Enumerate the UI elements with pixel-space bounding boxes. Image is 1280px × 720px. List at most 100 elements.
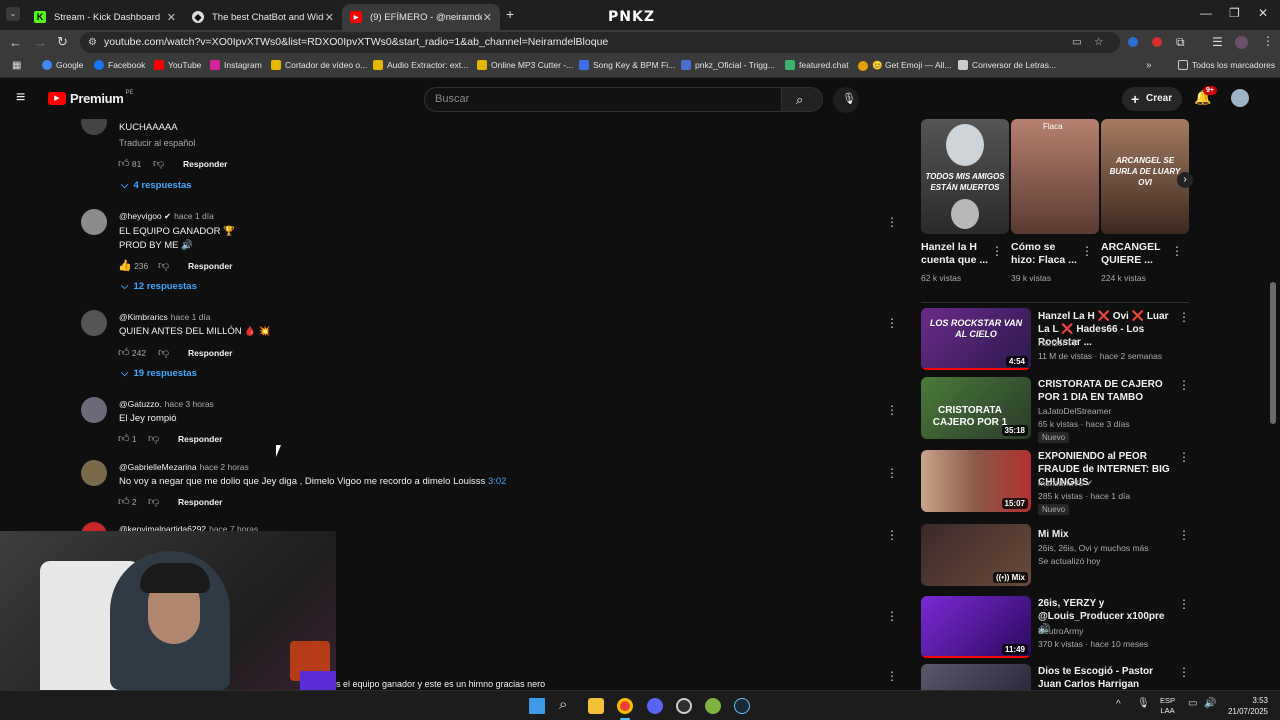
bookmark-get-emoji[interactable]: 😊 Get Emoji — All... bbox=[858, 60, 952, 71]
bookmark-video-cutter[interactable]: Cortador de vídeo o... bbox=[271, 60, 367, 70]
bookmark-song-key[interactable]: Song Key & BPM Fi... bbox=[579, 60, 675, 70]
bookmark-mp3-cutter[interactable]: Online MP3 Cutter -... bbox=[477, 60, 573, 70]
bookmark-pnkz-trigger[interactable]: pnkz_Oficial - Trigg... bbox=[681, 60, 775, 70]
timestamp-link[interactable]: 3:02 bbox=[488, 476, 507, 487]
tab-youtube[interactable]: ▶ (9) EFÍMERO - @neiramdelbloq ✕ bbox=[342, 4, 500, 30]
mix-thumbnail[interactable]: ((•)) Mix bbox=[921, 524, 1031, 586]
tab-chatbot[interactable]: ◆ The best ChatBot and Widgets ✕ bbox=[184, 4, 342, 30]
translate-link[interactable]: Traducir al español bbox=[119, 138, 195, 148]
dislike-button[interactable]: 👎︎ bbox=[158, 259, 169, 272]
reply-button[interactable]: Responder bbox=[178, 434, 222, 444]
close-window-button[interactable]: ✕ bbox=[1258, 6, 1268, 20]
maximize-button[interactable]: ❐ bbox=[1229, 6, 1240, 20]
app-icon[interactable] bbox=[705, 698, 721, 714]
comment-time[interactable]: hace 3 horas bbox=[165, 399, 214, 409]
channel-name[interactable]: Hanzel TV bbox=[1038, 337, 1078, 350]
reading-list-icon[interactable]: ☰ bbox=[1212, 35, 1223, 49]
comment-menu-icon[interactable]: ⋮ bbox=[886, 403, 898, 417]
extension-icon[interactable] bbox=[1128, 37, 1138, 47]
close-icon[interactable]: ✕ bbox=[167, 11, 176, 24]
extensions-puzzle-icon[interactable]: ⧉ bbox=[1176, 35, 1185, 50]
comment-menu-icon[interactable]: ⋮ bbox=[886, 669, 898, 683]
video-menu-icon[interactable]: ⋮ bbox=[1178, 665, 1190, 679]
reply-button[interactable]: Responder bbox=[188, 348, 232, 358]
short-thumbnail[interactable]: Flaca bbox=[1011, 119, 1099, 234]
search-button[interactable]: ⌕ bbox=[781, 87, 823, 112]
comment-menu-icon[interactable]: ⋮ bbox=[886, 316, 898, 330]
discord-icon[interactable] bbox=[647, 698, 663, 714]
like-button[interactable]: 👍︎ 1 bbox=[118, 432, 137, 445]
bookmark-youtube[interactable]: YouTube bbox=[154, 60, 201, 70]
volume-icon[interactable]: 🔊 bbox=[1204, 698, 1216, 709]
video-menu-icon[interactable]: ⋮ bbox=[1178, 597, 1190, 611]
short-menu-icon[interactable]: ⋮ bbox=[1081, 244, 1093, 258]
video-title[interactable]: Mi Mix bbox=[1038, 528, 1178, 541]
channel-name[interactable]: LaJatoDelStreamer bbox=[1038, 405, 1111, 418]
account-avatar[interactable] bbox=[1231, 89, 1249, 107]
comment-menu-icon[interactable]: ⋮ bbox=[886, 528, 898, 542]
video-menu-icon[interactable]: ⋮ bbox=[1178, 528, 1190, 542]
all-bookmarks[interactable]: Todos los marcadores bbox=[1178, 60, 1275, 70]
short-title[interactable]: Cómo se hizo: Flaca ... bbox=[1011, 241, 1077, 267]
bookmark-featured-chat[interactable]: featured.chat bbox=[785, 60, 849, 70]
site-info-icon[interactable]: ⚙ bbox=[88, 32, 97, 53]
comment-author[interactable]: @GabrielleMezarina hace 2 horas bbox=[119, 462, 249, 472]
cast-icon[interactable]: ▭ bbox=[1072, 32, 1082, 53]
comment-author[interactable]: @Gatuzzo. hace 3 horas bbox=[119, 399, 214, 409]
view-replies-button[interactable]: ⌵ 12 respuestas bbox=[121, 281, 197, 292]
video-thumbnail[interactable]: CRISTORATA CAJERO POR 1 35:18 bbox=[921, 377, 1031, 439]
search-icon[interactable]: ⌕ bbox=[559, 696, 567, 713]
reply-button[interactable]: Responder bbox=[188, 261, 232, 271]
comment-time[interactable]: hace 2 horas bbox=[200, 462, 249, 472]
youtube-logo[interactable]: ▶ Premium PE bbox=[48, 90, 134, 106]
page-scrollbar[interactable] bbox=[1270, 282, 1276, 424]
avatar[interactable] bbox=[81, 460, 107, 486]
avatar[interactable] bbox=[81, 119, 107, 135]
video-menu-icon[interactable]: ⋮ bbox=[1178, 310, 1190, 324]
chrome-icon[interactable] bbox=[617, 698, 633, 714]
apps-grid-icon[interactable]: ▦ bbox=[12, 60, 21, 71]
reply-button[interactable]: Responder bbox=[178, 497, 222, 507]
video-menu-icon[interactable]: ⋮ bbox=[1178, 378, 1190, 392]
reload-icon[interactable]: ↻ bbox=[57, 34, 68, 50]
close-icon[interactable]: ✕ bbox=[483, 11, 492, 24]
menu-icon[interactable]: ≡ bbox=[16, 89, 25, 107]
bookmark-audio-extractor[interactable]: Audio Extractor: ext... bbox=[373, 60, 468, 70]
short-thumbnail[interactable]: ARCANGEL SE BURLA DE LUARY OVI bbox=[1101, 119, 1189, 234]
new-tab-button[interactable]: + bbox=[506, 6, 514, 22]
comment-author[interactable]: @Kimbrarics hace 1 día bbox=[119, 312, 210, 322]
minimize-button[interactable]: — bbox=[1200, 6, 1212, 20]
short-thumbnail[interactable]: TODOS MIS AMIGOS ESTÁN MUERTOS bbox=[921, 119, 1009, 234]
short-title[interactable]: ARCANGEL QUIERE ... bbox=[1101, 241, 1161, 267]
file-explorer-icon[interactable] bbox=[588, 698, 604, 714]
microphone-icon[interactable]: 🎙 bbox=[1137, 698, 1150, 709]
avatar[interactable] bbox=[81, 397, 107, 423]
like-button[interactable]: 👍 236 bbox=[118, 259, 148, 272]
bookmark-facebook[interactable]: Facebook bbox=[94, 60, 145, 70]
avatar[interactable] bbox=[81, 209, 107, 235]
comment-author[interactable]: @heyvigoo ✔ hace 1 día bbox=[119, 211, 214, 222]
video-thumbnail[interactable]: LOS ROCKSTAR VAN AL CIELO 4:54 bbox=[921, 308, 1031, 370]
channel-name[interactable]: manzanaV1 ✔ bbox=[1038, 477, 1093, 490]
extension-icon[interactable] bbox=[1152, 37, 1162, 47]
shorts-next-button[interactable]: › bbox=[1177, 172, 1193, 188]
create-button[interactable]: + Crear bbox=[1122, 87, 1182, 111]
chrome-menu-icon[interactable]: ⋮ bbox=[1262, 34, 1274, 48]
view-replies-button[interactable]: ⌵ 4 respuestas bbox=[121, 180, 192, 191]
short-menu-icon[interactable]: ⋮ bbox=[1171, 244, 1183, 258]
comment-menu-icon[interactable]: ⋮ bbox=[886, 609, 898, 623]
bookmark-instagram[interactable]: Instagram bbox=[210, 60, 262, 70]
language-indicator[interactable]: ESP LAA bbox=[1160, 696, 1175, 716]
comment-menu-icon[interactable]: ⋮ bbox=[886, 215, 898, 229]
notifications-button[interactable]: 🔔 9+ bbox=[1194, 86, 1217, 106]
reply-button[interactable]: Responder bbox=[183, 159, 227, 169]
clock[interactable]: 3:53 21/07/2025 bbox=[1224, 695, 1268, 717]
obs-icon[interactable] bbox=[676, 698, 692, 714]
close-icon[interactable]: ✕ bbox=[325, 11, 334, 24]
view-replies-button[interactable]: ⌵ 19 respuestas bbox=[121, 368, 197, 379]
short-menu-icon[interactable]: ⋮ bbox=[991, 244, 1003, 258]
short-title[interactable]: Hanzel la Hcuenta que ... bbox=[921, 241, 988, 267]
video-thumbnail[interactable] bbox=[921, 664, 1031, 690]
profile-avatar[interactable] bbox=[1235, 36, 1248, 49]
like-button[interactable]: 👍︎ 242 bbox=[118, 346, 146, 359]
